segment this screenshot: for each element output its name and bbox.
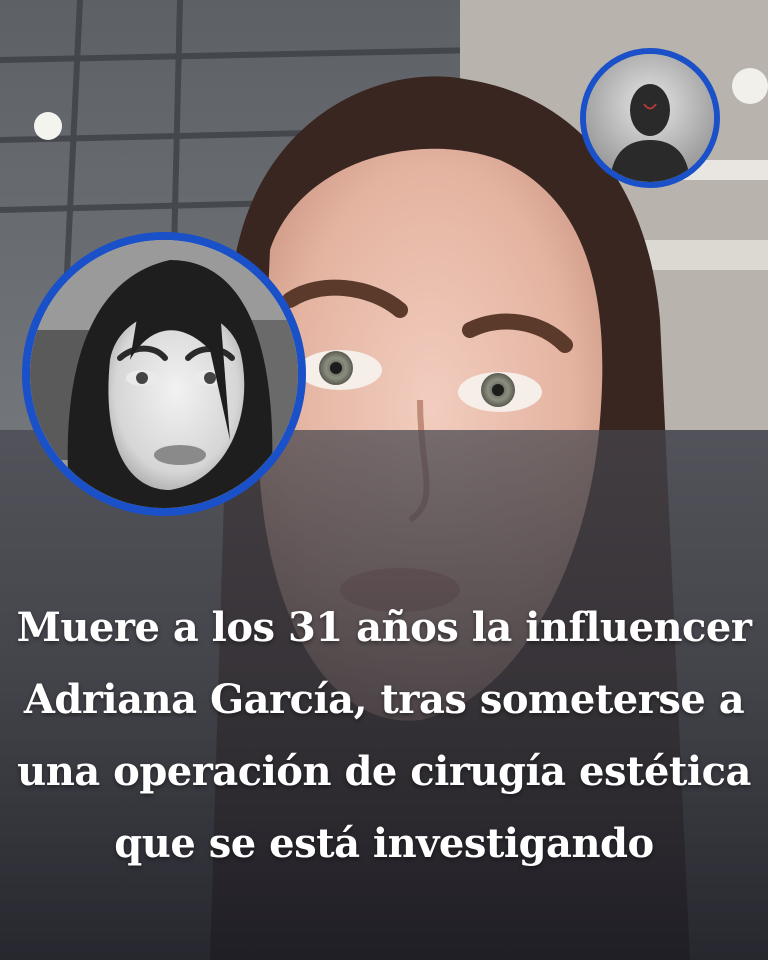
headline: Muere a los 31 años la influencer Adrian… bbox=[0, 592, 768, 880]
anonymous-silhouette-inset bbox=[580, 48, 720, 188]
headline-line-3: una operación de cirugía estética bbox=[17, 748, 751, 795]
headline-line-1: Muere a los 31 años la influencer bbox=[16, 604, 752, 651]
post-image: Muere a los 31 años la influencer Adrian… bbox=[0, 0, 768, 960]
headline-line-2: Adriana García, tras someterse a bbox=[23, 676, 745, 723]
portrait-photo bbox=[30, 240, 298, 508]
headline-line-4: que se está investigando bbox=[114, 820, 654, 867]
portrait-inset bbox=[22, 232, 306, 516]
silhouette-icon bbox=[586, 54, 714, 182]
